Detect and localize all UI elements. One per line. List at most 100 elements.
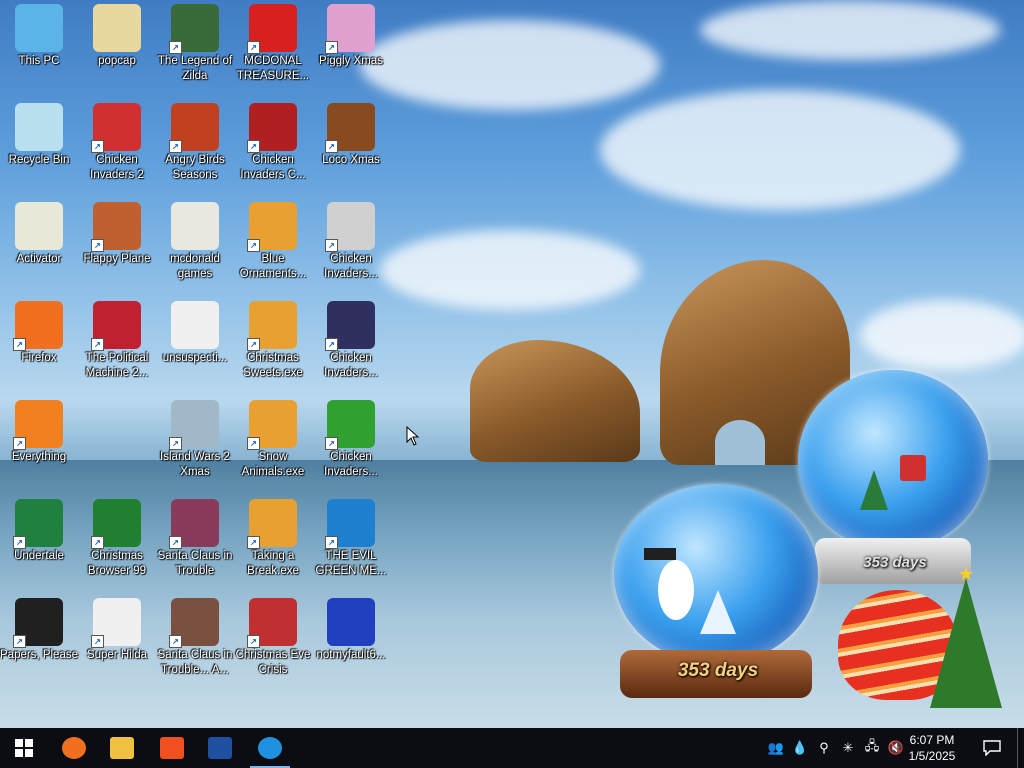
snowflake-icon[interactable]: ✳ xyxy=(836,740,860,756)
shortcut-arrow-icon: ↗ xyxy=(247,239,260,252)
desktop[interactable]: This PC popcap ↗ The Legend of Zilda ↗ MCDONA… xyxy=(0,0,1024,728)
desktop-icon-label: Super Hilda xyxy=(86,649,148,661)
taskbar: 👥 💧 ⚲ ✳ 🖧 🔇 6:07 PM 1/5/2025 xyxy=(0,728,1024,768)
messenger-icon[interactable] xyxy=(246,728,294,768)
desktop-icon[interactable]: ↗ Santa Claus in Trouble xyxy=(156,499,234,579)
water-drop-icon[interactable]: 💧 xyxy=(788,740,812,756)
brave-icon[interactable] xyxy=(148,728,196,768)
desktop-icon[interactable]: ↗ Everything xyxy=(0,400,78,465)
desktop-icon[interactable]: notmyfault6... xyxy=(312,598,390,663)
shortcut-arrow-icon: ↗ xyxy=(169,635,182,648)
desktop-icon[interactable]: ↗ Loco Xmas xyxy=(312,103,390,168)
recycle-bin-icon xyxy=(15,103,63,151)
bear-icon: ↗ xyxy=(325,103,375,153)
desktop-icon[interactable]: ↗ Christmas Sweets.exe xyxy=(234,301,312,381)
desktop-icon[interactable]: ↗ MCDONAL TREASURE... xyxy=(234,4,312,84)
shortcut-arrow-icon: ↗ xyxy=(325,437,338,450)
file-explorer-icon[interactable] xyxy=(98,728,146,768)
desktop-icon[interactable]: ↗ The Legend of Zilda xyxy=(156,4,234,84)
shortcut-arrow-icon: ↗ xyxy=(13,338,26,351)
desktop-icon[interactable]: ↗ Christmas Browser 99 xyxy=(78,499,156,579)
window-app-icon[interactable] xyxy=(196,728,244,768)
desktop-icon[interactable]: Recycle Bin xyxy=(0,103,78,168)
people-icon[interactable]: 👥 xyxy=(764,740,788,756)
game-icon: ↗ xyxy=(91,598,141,648)
desktop-icon[interactable]: ↗ Undertale xyxy=(0,499,78,564)
desktop-icon[interactable]: mcdonald games xyxy=(156,202,234,282)
shortcut-arrow-icon: ↗ xyxy=(13,536,26,549)
shortcut-arrow-icon: ↗ xyxy=(169,140,182,153)
desktop-icon-label: mcdonald games xyxy=(170,253,220,280)
desktop-icon[interactable]: ↗ Snow Animals.exe xyxy=(234,400,312,480)
desktop-icon[interactable]: ↗ Island Wars 2 Xmas xyxy=(156,400,234,480)
windows-start-icon[interactable] xyxy=(0,728,48,768)
file-explorer-icon-glyph xyxy=(110,737,134,759)
desktop-icon[interactable]: This PC xyxy=(0,4,78,69)
undertale-icon: ↗ xyxy=(13,499,63,549)
desktop-icon-label: Christmas Browser 99 xyxy=(87,550,147,577)
installer-icon: ↗ xyxy=(247,301,297,351)
desktop-icon[interactable]: ↗ Piggly Xmas xyxy=(312,4,390,69)
game-icon: ↗ xyxy=(169,400,219,450)
star-icon: ★ xyxy=(958,564,975,584)
chicken-icon: ↗ xyxy=(247,103,297,153)
firefox-icon[interactable] xyxy=(50,728,98,768)
desktop-icon[interactable]: ↗ Papers, Please xyxy=(0,598,78,663)
desktop-icon[interactable]: ↗ Chicken Invaders... xyxy=(312,400,390,480)
days-counter-right: 353 days xyxy=(863,554,927,571)
desktop-icon[interactable]: ↗ Chicken Invaders... xyxy=(312,202,390,282)
clock-date: 1/5/2025 xyxy=(908,749,956,763)
desktop-icon[interactable]: ↗ Super Hilda xyxy=(78,598,156,663)
desktop-icon[interactable]: ↗ Chicken Invaders 2 xyxy=(78,103,156,183)
desktop-icon[interactable]: ↗ Christmas Eve Crisis xyxy=(234,598,312,678)
santa-icon: ↗ xyxy=(247,598,297,648)
desktop-icon[interactable]: unsuspecti... xyxy=(156,301,234,366)
desktop-icon[interactable]: popcap xyxy=(78,4,156,69)
desktop-icon[interactable]: ↗ Blue Ornaments... xyxy=(234,202,312,282)
desktop-icon[interactable]: Activator xyxy=(0,202,78,267)
installer-icon: ↗ xyxy=(247,202,297,252)
cloud xyxy=(700,0,1000,60)
desktop-icon[interactable]: ↗ THE EVIL GREEN ME... xyxy=(312,499,390,579)
shortcut-arrow-icon: ↗ xyxy=(91,536,104,549)
desktop-icon-label: Santa Claus in Trouble xyxy=(157,550,233,577)
desktop-icon[interactable]: ↗ The Political Machine 2... xyxy=(78,301,156,381)
desktop-icon-label: Island Wars 2 Xmas xyxy=(160,451,230,478)
shortcut-arrow-icon: ↗ xyxy=(247,338,260,351)
show-desktop-button[interactable] xyxy=(1017,728,1024,768)
notification-icon[interactable] xyxy=(970,728,1014,768)
desktop-icon-label: The Political Machine 2... xyxy=(85,352,149,379)
snow-tree-icon xyxy=(700,590,736,634)
desktop-icon-label: Piggly Xmas xyxy=(319,55,383,67)
desktop-icon[interactable]: ↗ Angry Birds Seasons xyxy=(156,103,234,183)
shortcut-arrow-icon: ↗ xyxy=(325,41,338,54)
desktop-icon[interactable]: ↗ Chicken Invaders C... xyxy=(234,103,312,183)
network-icon[interactable]: 🖧 xyxy=(860,737,884,759)
installer-icon: ↗ xyxy=(247,400,297,450)
desktop-icon-label: This PC xyxy=(18,55,60,67)
desktop-icon[interactable]: ↗ Santa Claus in Trouble... A... xyxy=(156,598,234,678)
search-icon[interactable]: ⚲ xyxy=(812,740,836,756)
political-icon: ↗ xyxy=(91,301,141,351)
snow-globe-left[interactable] xyxy=(614,484,818,664)
desktop-icon[interactable]: ↗ Taking a Break.exe xyxy=(234,499,312,579)
desktop-icon-label: Chicken Invaders... xyxy=(324,451,378,478)
shortcut-arrow-icon: ↗ xyxy=(13,437,26,450)
desktop-icon[interactable]: ↗ Chicken Invaders... xyxy=(312,301,390,381)
desktop-icon-label: Everything xyxy=(11,451,67,463)
desktop-icon-label: THE EVIL GREEN ME... xyxy=(315,550,387,577)
snow-globe-right[interactable] xyxy=(798,370,988,550)
christmas-tree-icon xyxy=(930,578,1002,708)
firefox-icon: ↗ xyxy=(13,301,63,351)
desktop-icon-label: Snow Animals.exe xyxy=(241,451,305,478)
tree-icon xyxy=(860,470,888,510)
folder-icon xyxy=(15,202,63,250)
shortcut-arrow-icon: ↗ xyxy=(169,41,182,54)
days-counter-left: 353 days xyxy=(677,660,759,681)
clock[interactable]: 6:07 PM 1/5/2025 xyxy=(902,732,962,764)
desktop-icon[interactable]: ↗ Firefox xyxy=(0,301,78,366)
clock-time: 6:07 PM xyxy=(909,733,955,747)
desktop-icon[interactable]: ↗ Flappy Plane xyxy=(78,202,156,267)
shortcut-arrow-icon: ↗ xyxy=(91,338,104,351)
cloud xyxy=(600,90,960,210)
